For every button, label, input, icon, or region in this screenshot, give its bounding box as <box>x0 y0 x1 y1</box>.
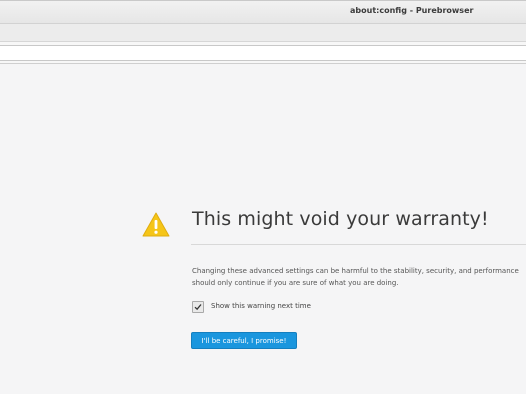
warning-description-line-2: should only continue if you are sure of … <box>192 279 399 287</box>
checkmark-icon <box>194 304 202 311</box>
window-title: about:config - Purebrowser <box>350 6 474 15</box>
accept-risk-button[interactable]: I'll be careful, I promise! <box>191 332 297 349</box>
warning-description: Changing these advanced settings can be … <box>192 265 526 289</box>
tab-strip[interactable] <box>0 24 526 42</box>
show-warning-label: Show this warning next time <box>211 302 311 310</box>
warning-title: This might void your warranty! <box>192 208 489 230</box>
warning-description-line-1: Changing these advanced settings can be … <box>192 267 519 275</box>
title-divider <box>191 244 526 245</box>
title-bar: about:config - Purebrowser <box>0 0 526 24</box>
warning-icon <box>142 211 170 239</box>
url-bar[interactable] <box>0 45 526 61</box>
show-warning-checkbox[interactable] <box>192 301 204 313</box>
title-bar-edge <box>0 0 526 1</box>
browser-window: about:config - Purebrowser This might vo… <box>0 0 526 394</box>
